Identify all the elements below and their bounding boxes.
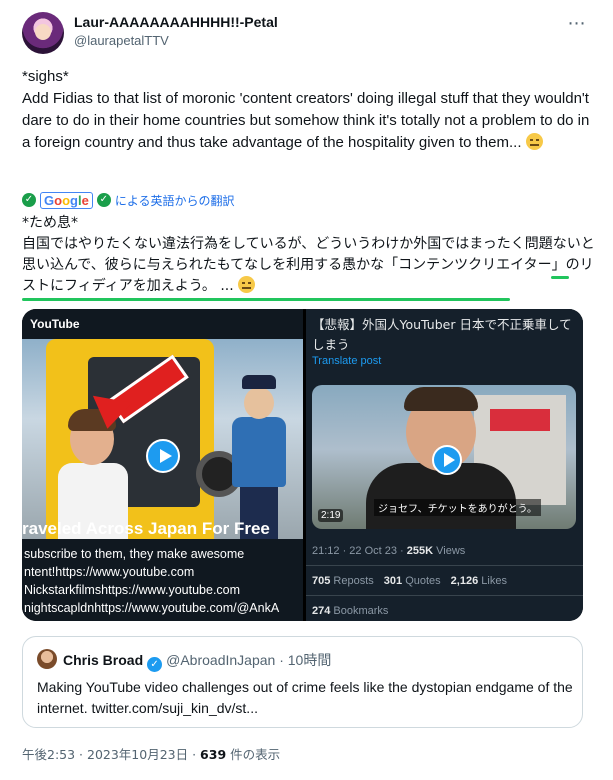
video-thumbnail-left[interactable] [22, 339, 303, 539]
reposts-value[interactable]: 705 [312, 575, 330, 587]
post-meta: 21:12 · 22 Oct 23 · 255K Views [312, 545, 465, 557]
quoted-tweet[interactable]: Chris Broad ✓ @AbroadInJapan · 10時間 Making… [22, 636, 583, 728]
tweet-views-label: 件の表示 [226, 747, 281, 762]
translated-line-2-text: 自国ではやりたくない違法行為をしているが、どういうわけか外国ではまったく問題ない… [22, 236, 595, 294]
likes-label[interactable]: Likes [478, 575, 507, 587]
police-cap [242, 375, 276, 389]
tweet-views-value: 639 [200, 747, 227, 762]
play-icon-2[interactable] [432, 445, 462, 475]
tweet-line-1: *sighs* [22, 68, 69, 85]
post-stats: 705 Reposts 301 Quotes 2,126 Likes [312, 575, 507, 587]
expressionless-face-icon [525, 133, 543, 150]
quote-header: Chris Broad ✓ @AbroadInJapan · 10時間 [63, 650, 331, 672]
video-description: subscribe to them, they make awesome nte… [24, 545, 305, 617]
quote-avatar[interactable] [37, 649, 57, 669]
tweet-footer: 午後2:53 · 2023年10月23日 · 639 件の表示 [22, 744, 280, 763]
expressionless-face-icon-2 [238, 276, 256, 293]
police-figure [228, 375, 290, 539]
quotes-label[interactable]: Quotes [402, 575, 440, 587]
video-title: raveled Across Japan For Free [22, 519, 270, 538]
desc-line-3: Nickstarkfilmshttps://www.youtube.com [24, 583, 241, 597]
highlight-underline [22, 298, 510, 301]
translate-post-link[interactable]: Translate post [312, 355, 381, 367]
tweet-line-2: Add Fidias to that list of moronic 'cont… [22, 88, 592, 154]
video-thumbnail-right[interactable]: ジョセフ、チケットをありがとう。 2:19 [312, 385, 576, 529]
translation-attribution: ✓ Google ✓ による英語からの翻訳 [22, 189, 235, 211]
post-views-label: Views [433, 545, 466, 557]
quoted-media[interactable]: YouTube raveled Across Japan For Free su… [22, 309, 583, 621]
post-time: 21:12 · 22 Oct 23 · [312, 545, 407, 557]
bookmarks-stat[interactable]: 274 Bookmarks [312, 605, 388, 617]
video-subtitle: ジョセフ、チケットをありがとう。 [374, 499, 541, 516]
quote-text: Making YouTube video challenges out of c… [37, 679, 573, 716]
handle[interactable]: @laurapetalTTV [74, 33, 278, 48]
divider [306, 565, 583, 566]
tweet-text: *sighs* Add Fidias to that list of moron… [22, 66, 592, 154]
divider-2 [306, 595, 583, 596]
tweet-line-2-text: Add Fidias to that list of moronic 'cont… [22, 90, 590, 151]
avatar[interactable] [22, 12, 64, 54]
bookmarks-value: 274 [312, 605, 331, 617]
tweet-header: Laur-AAAAAAAAHHHH!!-Petal @laurapetalTTV… [22, 10, 592, 58]
more-options-icon[interactable]: ⋯ [564, 12, 590, 34]
video-duration: 2:19 [318, 509, 344, 522]
police-head [244, 387, 274, 419]
check-icon: ✓ [22, 193, 36, 207]
embedded-post-card[interactable]: 【悲報】外国人YouTuber 日本で不正乗車してしまう Translate p… [306, 309, 583, 621]
google-badge: Google [40, 191, 93, 209]
quotes-value[interactable]: 301 [384, 575, 402, 587]
highlight-underline-2 [551, 276, 569, 279]
display-name[interactable]: Laur-AAAAAAAAHHHH!!-Petal [74, 14, 278, 30]
quote-handle[interactable]: @AbroadInJapan · 10時間 [166, 652, 331, 668]
embedded-post-headline: 【悲報】外国人YouTuber 日本で不正乗車してしまう [312, 317, 572, 352]
avatar-face [35, 24, 51, 40]
likes-value[interactable]: 2,126 [451, 575, 479, 587]
desc-line-1: subscribe to them, they make awesome [24, 547, 245, 561]
reposts-label[interactable]: Reposts [330, 575, 373, 587]
tweet-timestamp[interactable]: 午後2:53 · 2023年10月23日 · [22, 747, 200, 762]
translated-text: *ため息* 自国ではやりたくない違法行為をしているが、どういうわけか外国ではまっ… [22, 213, 598, 297]
author-block[interactable]: Laur-AAAAAAAAHHHH!!-Petal @laurapetalTTV [74, 14, 278, 48]
translation-link[interactable]: による英語からの翻訳 [115, 192, 235, 209]
youtube-brand-label: YouTube [30, 317, 80, 331]
translated-line-1: *ため息* [22, 215, 78, 231]
man-hair [404, 387, 478, 411]
translated-line-2: 自国ではやりたくない違法行為をしているが、どういうわけか外国ではまったく問題ない… [22, 234, 598, 297]
play-icon[interactable] [146, 439, 180, 473]
desc-line-2: ntent!https://www.youtube.com [24, 565, 195, 579]
desc-line-4: nightscapldnhttps://www.youtube.com/@Ank… [24, 601, 280, 615]
quote-author-name[interactable]: Chris Broad [63, 652, 143, 668]
check-icon-2: ✓ [96, 193, 111, 207]
youtube-card[interactable]: YouTube raveled Across Japan For Free su… [22, 309, 303, 621]
bookmarks-label: Bookmarks [330, 605, 389, 617]
verified-icon: ✓ [147, 657, 163, 672]
police-body [232, 417, 286, 487]
post-views-value: 255K [406, 545, 434, 557]
